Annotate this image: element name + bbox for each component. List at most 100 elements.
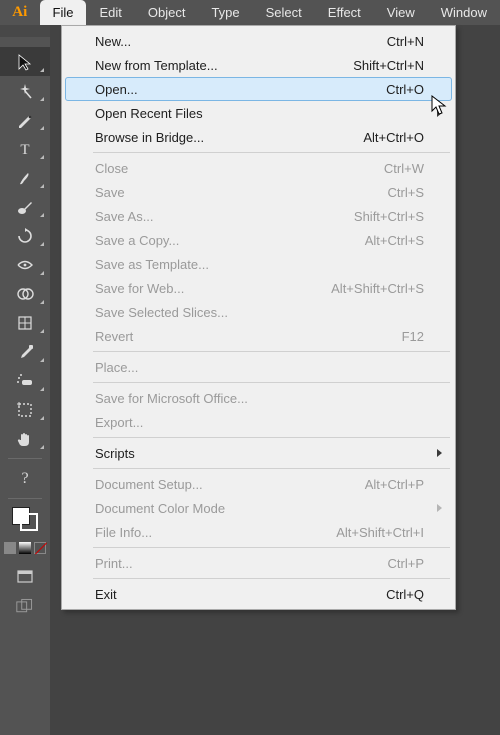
menu-separator bbox=[93, 547, 450, 548]
menu-item-scripts[interactable]: Scripts bbox=[65, 441, 452, 465]
menu-item-new[interactable]: New...Ctrl+N bbox=[65, 29, 452, 53]
menu-item-label: Save Selected Slices... bbox=[95, 305, 424, 320]
menu-object[interactable]: Object bbox=[135, 0, 199, 25]
panel-grip[interactable] bbox=[0, 25, 50, 37]
menu-item-save-selected-slices: Save Selected Slices... bbox=[65, 300, 452, 324]
menu-item-shortcut: Alt+Shift+Ctrl+I bbox=[336, 525, 424, 540]
menu-item-file-info: File Info...Alt+Shift+Ctrl+I bbox=[65, 520, 452, 544]
menu-item-label: Document Setup... bbox=[95, 477, 365, 492]
tools-panel: T ? bbox=[0, 25, 50, 735]
menu-item-label: Save a Copy... bbox=[95, 233, 365, 248]
menu-item-label: Print... bbox=[95, 556, 388, 571]
screen-mode-toggle[interactable] bbox=[0, 562, 50, 591]
menu-item-label: New... bbox=[95, 34, 387, 49]
tool-flyout-indicator-icon bbox=[40, 184, 44, 188]
menu-item-save-for-web: Save for Web...Alt+Shift+Ctrl+S bbox=[65, 276, 452, 300]
artboards-icon[interactable] bbox=[0, 591, 50, 620]
menu-separator bbox=[93, 578, 450, 579]
menu-item-save-a-copy: Save a Copy...Alt+Ctrl+S bbox=[65, 228, 452, 252]
menu-item-exit[interactable]: ExitCtrl+Q bbox=[65, 582, 452, 606]
tool-divider bbox=[8, 498, 42, 499]
menu-bar: Ai FileEditObjectTypeSelectEffectViewWin… bbox=[0, 0, 500, 25]
fill-stroke-swatch[interactable] bbox=[0, 504, 50, 533]
menu-type[interactable]: Type bbox=[198, 0, 252, 25]
menu-item-shortcut: Ctrl+Q bbox=[386, 587, 424, 602]
menu-item-save-as: Save As...Shift+Ctrl+S bbox=[65, 204, 452, 228]
tool-flyout-indicator-icon bbox=[40, 68, 44, 72]
menu-file[interactable]: File bbox=[40, 0, 87, 25]
menu-item-shortcut: Ctrl+N bbox=[387, 34, 424, 49]
menu-item-label: Save bbox=[95, 185, 388, 200]
tool-divider bbox=[8, 458, 42, 459]
menu-item-open-recent-files[interactable]: Open Recent Files bbox=[65, 101, 452, 125]
menu-item-label: Browse in Bridge... bbox=[95, 130, 363, 145]
menu-item-shortcut: Ctrl+O bbox=[386, 82, 424, 97]
tool-flyout-indicator-icon bbox=[40, 300, 44, 304]
menu-item-label: Open Recent Files bbox=[95, 106, 424, 121]
menu-item-shortcut: Shift+Ctrl+S bbox=[354, 209, 424, 224]
menu-item-revert: RevertF12 bbox=[65, 324, 452, 348]
menu-separator bbox=[93, 382, 450, 383]
menu-item-save-as-template: Save as Template... bbox=[65, 252, 452, 276]
menu-item-export: Export... bbox=[65, 410, 452, 434]
tool-flyout-indicator-icon bbox=[40, 329, 44, 333]
tool-flyout-indicator-icon bbox=[40, 126, 44, 130]
menu-item-shortcut: Ctrl+P bbox=[388, 556, 424, 571]
menu-item-label: New from Template... bbox=[95, 58, 353, 73]
menu-edit[interactable]: Edit bbox=[86, 0, 134, 25]
menu-item-close: CloseCtrl+W bbox=[65, 156, 452, 180]
menu-item-label: Save for Microsoft Office... bbox=[95, 391, 424, 406]
menu-separator bbox=[93, 437, 450, 438]
color-mode-toggles[interactable] bbox=[0, 533, 50, 562]
menu-item-label: Exit bbox=[95, 587, 386, 602]
menu-separator bbox=[93, 152, 450, 153]
menu-item-open[interactable]: Open...Ctrl+O bbox=[65, 77, 452, 101]
submenu-arrow-icon bbox=[437, 109, 442, 117]
menu-item-label: Close bbox=[95, 161, 384, 176]
tool-flyout-indicator-icon bbox=[40, 358, 44, 362]
menu-item-label: Open... bbox=[95, 82, 386, 97]
menu-item-label: Scripts bbox=[95, 446, 424, 461]
menu-effect[interactable]: Effect bbox=[315, 0, 374, 25]
tool-flyout-indicator-icon bbox=[40, 271, 44, 275]
menu-item-label: Place... bbox=[95, 360, 424, 375]
menu-item-label: Export... bbox=[95, 415, 424, 430]
menu-separator bbox=[93, 468, 450, 469]
menu-item-label: Revert bbox=[95, 329, 402, 344]
menu-item-shortcut: Ctrl+S bbox=[388, 185, 424, 200]
menu-item-document-color-mode: Document Color Mode bbox=[65, 496, 452, 520]
menu-item-shortcut: Alt+Ctrl+P bbox=[365, 477, 424, 492]
menu-view[interactable]: View bbox=[374, 0, 428, 25]
menu-item-save: SaveCtrl+S bbox=[65, 180, 452, 204]
tool-flyout-indicator-icon bbox=[40, 387, 44, 391]
menu-select[interactable]: Select bbox=[253, 0, 315, 25]
menu-window[interactable]: Window bbox=[428, 0, 500, 25]
tool-flyout-indicator-icon bbox=[40, 213, 44, 217]
menu-separator bbox=[93, 351, 450, 352]
tool-flyout-indicator-icon bbox=[40, 242, 44, 246]
tool-flyout-indicator-icon bbox=[40, 416, 44, 420]
menu-item-shortcut: Alt+Ctrl+S bbox=[365, 233, 424, 248]
menu-item-shortcut: Ctrl+W bbox=[384, 161, 424, 176]
menu-item-label: Save as Template... bbox=[95, 257, 424, 272]
app-logo: Ai bbox=[0, 0, 40, 25]
menu-item-new-from-template[interactable]: New from Template...Shift+Ctrl+N bbox=[65, 53, 452, 77]
menu-item-shortcut: F12 bbox=[402, 329, 424, 344]
menu-item-print: Print...Ctrl+P bbox=[65, 551, 452, 575]
menu-item-browse-in-bridge[interactable]: Browse in Bridge...Alt+Ctrl+O bbox=[65, 125, 452, 149]
help-button[interactable]: ? bbox=[0, 464, 50, 493]
menu-item-document-setup: Document Setup...Alt+Ctrl+P bbox=[65, 472, 452, 496]
tool-flyout-indicator-icon bbox=[40, 155, 44, 159]
file-menu-dropdown: New...Ctrl+NNew from Template...Shift+Ct… bbox=[61, 25, 456, 610]
tool-flyout-indicator-icon bbox=[40, 97, 44, 101]
submenu-arrow-icon bbox=[437, 449, 442, 457]
menu-item-place: Place... bbox=[65, 355, 452, 379]
tool-flyout-indicator-icon bbox=[40, 445, 44, 449]
menu-item-save-for-microsoft-office: Save for Microsoft Office... bbox=[65, 386, 452, 410]
svg-text:T: T bbox=[20, 142, 29, 158]
submenu-arrow-icon bbox=[437, 504, 442, 512]
menu-item-label: File Info... bbox=[95, 525, 336, 540]
menu-item-shortcut: Alt+Shift+Ctrl+S bbox=[331, 281, 424, 296]
menu-item-label: Save for Web... bbox=[95, 281, 331, 296]
menu-item-shortcut: Shift+Ctrl+N bbox=[353, 58, 424, 73]
